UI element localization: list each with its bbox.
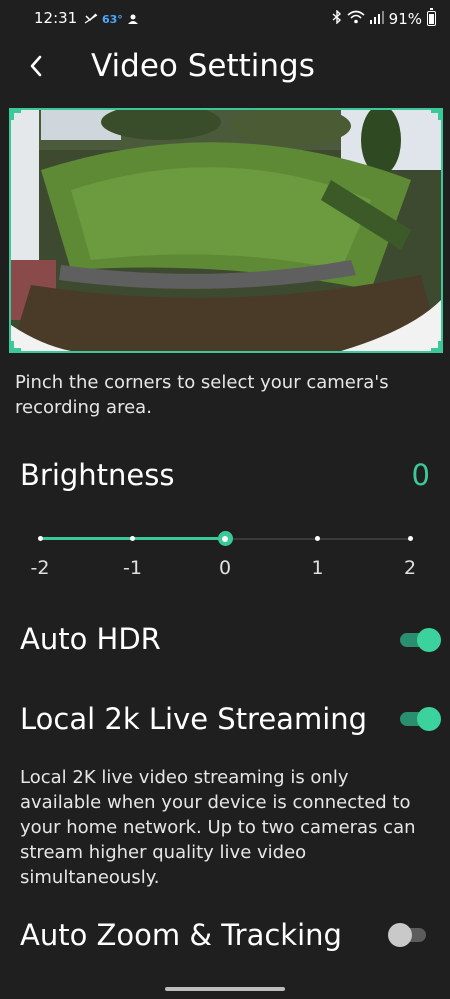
status-time: 12:31 bbox=[34, 9, 78, 27]
chevron-left-icon bbox=[28, 54, 44, 82]
camera-preview[interactable] bbox=[9, 108, 443, 353]
local-streaming-toggle[interactable] bbox=[400, 707, 441, 731]
app-header: Video Settings bbox=[0, 38, 450, 98]
slider-tick[interactable] bbox=[37, 536, 43, 541]
status-bar: 12:31 63° 91% bbox=[0, 0, 450, 38]
home-indicator[interactable] bbox=[165, 987, 285, 991]
page-title: Video Settings bbox=[91, 48, 315, 84]
local-streaming-label: Local 2k Live Streaming bbox=[20, 702, 368, 736]
auto-hdr-toggle[interactable] bbox=[400, 628, 441, 652]
slider-tick-label: 1 bbox=[311, 557, 324, 579]
slider-tick[interactable] bbox=[130, 536, 135, 541]
auto-zoom-label: Auto Zoom & Tracking bbox=[20, 918, 342, 952]
auto-zoom-toggle[interactable] bbox=[388, 923, 428, 947]
brightness-value: 0 bbox=[411, 458, 430, 492]
status-temperature: 63° bbox=[102, 13, 123, 26]
camera-preview-image bbox=[11, 110, 441, 351]
auto-hdr-label: Auto HDR bbox=[20, 622, 161, 656]
slider-tick-label: 0 bbox=[218, 557, 232, 579]
battery-icon bbox=[427, 8, 436, 26]
local-streaming-description: Local 2K live video streaming is only av… bbox=[20, 767, 416, 888]
no-calls-icon bbox=[84, 10, 98, 29]
slider-tick-label: -2 bbox=[30, 557, 50, 579]
slider-tick-label: 2 bbox=[403, 557, 417, 579]
status-right-icons: 91% bbox=[332, 8, 436, 28]
slider-tick[interactable] bbox=[315, 536, 320, 541]
notification-icon bbox=[127, 10, 139, 29]
wifi-icon bbox=[347, 9, 365, 28]
battery-percent: 91% bbox=[388, 9, 422, 28]
signal-icon bbox=[369, 9, 384, 28]
slider-thumb[interactable] bbox=[217, 531, 233, 546]
back-button[interactable] bbox=[18, 50, 54, 86]
status-left-icons: 63° bbox=[84, 10, 139, 29]
video-settings-screen: 12:31 63° 91% Video Settings Pinch the c… bbox=[0, 0, 450, 999]
preview-hint: Pinch the corners to select your camera'… bbox=[15, 372, 389, 418]
bluetooth-icon bbox=[332, 9, 342, 28]
brightness-label: Brightness bbox=[20, 458, 175, 492]
slider-tick-label: -1 bbox=[123, 557, 142, 579]
slider-tick[interactable] bbox=[407, 536, 413, 541]
brightness-slider[interactable] bbox=[37, 528, 413, 550]
